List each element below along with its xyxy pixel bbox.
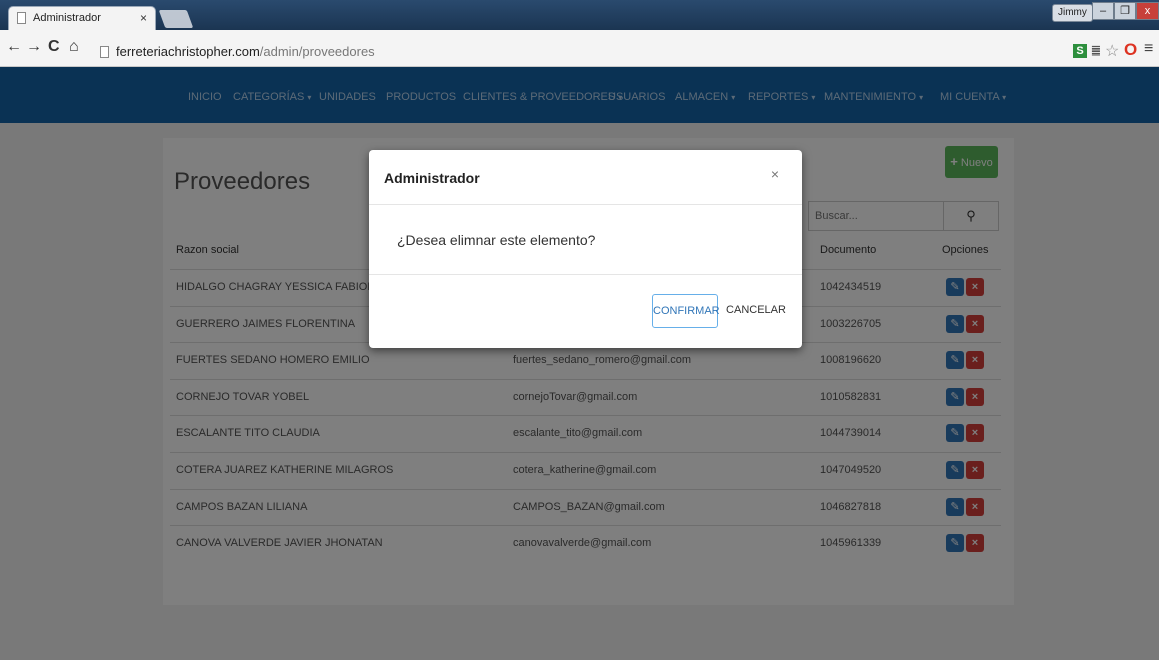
- confirm-modal: Administrador × ¿Desea elimnar este elem…: [369, 150, 802, 348]
- page-icon: [100, 46, 109, 58]
- modal-divider: [369, 274, 802, 275]
- tab-close-icon[interactable]: ×: [140, 11, 147, 25]
- maximize-button[interactable]: ❐: [1114, 2, 1136, 20]
- translate-icon[interactable]: ䷀: [1091, 44, 1101, 57]
- extension-s-icon[interactable]: S: [1073, 44, 1087, 58]
- opera-icon[interactable]: O: [1124, 40, 1137, 60]
- browser-menu-icon[interactable]: ≡: [1144, 40, 1153, 58]
- bookmark-star-icon[interactable]: ☆: [1105, 41, 1119, 61]
- confirm-button[interactable]: CONFIRMAR: [652, 294, 720, 328]
- home-icon[interactable]: ⌂: [69, 38, 79, 56]
- url-domain: ferreteriachristopher.com: [116, 44, 260, 59]
- user-profile-button[interactable]: Jimmy: [1052, 4, 1093, 22]
- browser-tab[interactable]: Administrador ×: [8, 6, 156, 30]
- back-icon[interactable]: ←: [6, 38, 22, 56]
- modal-message: ¿Desea elimnar este elemento?: [397, 232, 596, 248]
- modal-close-icon[interactable]: ×: [771, 166, 779, 182]
- close-window-button[interactable]: x: [1136, 2, 1159, 20]
- forward-icon[interactable]: →: [26, 38, 42, 56]
- url-input[interactable]: ferreteriachristopher.com/admin/proveedo…: [116, 44, 375, 59]
- url-path: /admin/proveedores: [259, 44, 375, 59]
- browser-tab-title: Administrador: [33, 12, 101, 24]
- reload-icon[interactable]: C: [48, 38, 60, 56]
- minimize-button[interactable]: –: [1092, 2, 1114, 20]
- cancel-button[interactable]: CANCELAR: [725, 294, 787, 328]
- modal-divider: [369, 204, 802, 205]
- modal-title: Administrador: [384, 170, 480, 186]
- page-favicon-icon: [17, 12, 26, 24]
